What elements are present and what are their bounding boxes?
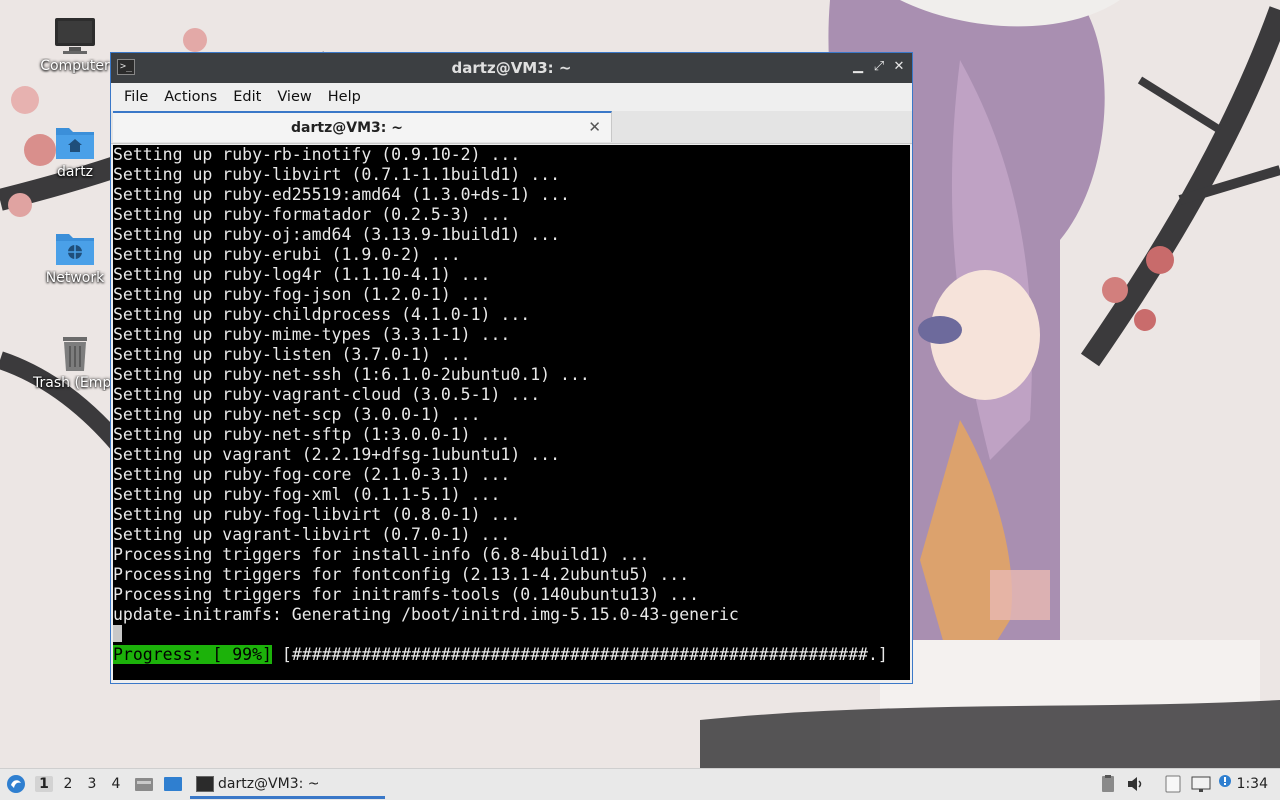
notes-icon[interactable] bbox=[1164, 775, 1182, 793]
window-titlebar[interactable]: >_ dartz@VM3: ~ ▁ ⤢ ✕ bbox=[111, 53, 912, 83]
workspace-2[interactable]: 2 bbox=[59, 776, 77, 792]
taskbar-item-terminal[interactable]: dartz@VM3: ~ bbox=[190, 769, 385, 799]
clock[interactable]: 1:34 bbox=[1237, 776, 1268, 792]
taskbar: 1 2 3 4 dartz@VM3: ~ 1:34 bbox=[0, 768, 1280, 800]
terminal-line: Setting up ruby-ed25519:amd64 (1.3.0+ds-… bbox=[113, 185, 570, 204]
trash-icon bbox=[53, 333, 97, 373]
close-button[interactable]: ✕ bbox=[890, 58, 908, 76]
desktop-icon-trash[interactable]: Trash (Empty) bbox=[33, 333, 117, 391]
terminal-window: >_ dartz@VM3: ~ ▁ ⤢ ✕ File Actions Edit … bbox=[110, 52, 913, 684]
update-notification-icon[interactable] bbox=[1217, 774, 1233, 792]
window-title: dartz@VM3: ~ bbox=[451, 59, 572, 77]
terminal-line: Setting up ruby-fog-libvirt (0.8.0-1) ..… bbox=[113, 505, 521, 524]
workspace-3[interactable]: 3 bbox=[83, 776, 101, 792]
workspace-4[interactable]: 4 bbox=[107, 776, 125, 792]
terminal-line: Setting up ruby-fog-json (1.2.0-1) ... bbox=[113, 285, 491, 304]
clipboard-icon[interactable] bbox=[1100, 775, 1116, 793]
volume-icon[interactable] bbox=[1127, 776, 1145, 792]
terminal-line: Setting up ruby-rb-inotify (0.9.10-2) ..… bbox=[113, 145, 521, 164]
terminal-line: Processing triggers for initramfs-tools … bbox=[113, 585, 700, 604]
terminal-line: Setting up ruby-formatador (0.2.5-3) ... bbox=[113, 205, 511, 224]
terminal-line: Setting up ruby-log4r (1.1.10-4.1) ... bbox=[113, 265, 491, 284]
menu-actions[interactable]: Actions bbox=[156, 89, 225, 105]
desktop-icon-label: Network bbox=[45, 270, 105, 286]
menu-bar: File Actions Edit View Help bbox=[111, 83, 912, 111]
tab-terminal[interactable]: dartz@VM3: ~ ✕ bbox=[113, 111, 612, 142]
home-folder-icon bbox=[53, 122, 97, 162]
desktop-icon-label: dartz bbox=[56, 164, 94, 180]
taskbar-item-label: dartz@VM3: ~ bbox=[218, 776, 320, 792]
terminal-line: Setting up ruby-libvirt (0.7.1-1.1build1… bbox=[113, 165, 561, 184]
workspace-1[interactable]: 1 bbox=[35, 776, 53, 792]
terminal-line: Processing triggers for install-info (6.… bbox=[113, 545, 650, 564]
tab-label: dartz@VM3: ~ bbox=[291, 120, 403, 136]
terminal-line: Setting up ruby-mime-types (3.3.1-1) ... bbox=[113, 325, 511, 344]
terminal-line: Setting up vagrant-libvirt (0.7.0-1) ... bbox=[113, 525, 511, 544]
terminal-line: Setting up ruby-fog-core (2.1.0-3.1) ... bbox=[113, 465, 511, 484]
file-manager-launcher-icon[interactable] bbox=[134, 776, 154, 792]
terminal-line: Setting up ruby-erubi (1.9.0-2) ... bbox=[113, 245, 461, 264]
terminal-cursor bbox=[113, 625, 122, 642]
terminal-app-icon bbox=[196, 776, 214, 792]
tab-bar: dartz@VM3: ~ ✕ bbox=[111, 111, 912, 144]
maximize-button[interactable]: ⤢ bbox=[870, 58, 888, 76]
terminal-line: Setting up ruby-listen (3.7.0-1) ... bbox=[113, 345, 471, 364]
progress-label: Progress: [ 99%] bbox=[113, 645, 272, 664]
desktop-icon-label: Computer bbox=[40, 58, 110, 74]
menu-help[interactable]: Help bbox=[320, 89, 369, 105]
terminal-output[interactable]: Setting up ruby-rb-inotify (0.9.10-2) ..… bbox=[113, 145, 910, 680]
progress-bar: [#######################################… bbox=[271, 645, 888, 664]
network-folder-icon bbox=[53, 228, 97, 268]
desktop-icon-network[interactable]: Network bbox=[33, 228, 117, 286]
terminal-line: Setting up ruby-net-scp (3.0.0-1) ... bbox=[113, 405, 481, 424]
terminal-line: Setting up vagrant (2.2.19+dfsg-1ubuntu1… bbox=[113, 445, 561, 464]
desktop-icon-label: Trash (Empty) bbox=[33, 375, 117, 391]
progress-line: Progress: [ 99%] [######################… bbox=[113, 645, 910, 665]
terminal-cursor-line bbox=[113, 625, 910, 645]
menu-edit[interactable]: Edit bbox=[225, 89, 269, 105]
minimize-button[interactable]: ▁ bbox=[849, 58, 867, 76]
desktop-icon-home[interactable]: dartz bbox=[33, 122, 117, 180]
terminal-line: Setting up ruby-oj:amd64 (3.13.9-1build1… bbox=[113, 225, 561, 244]
terminal-line: Setting up ruby-net-ssh (1:6.1.0-2ubuntu… bbox=[113, 365, 590, 384]
menu-view[interactable]: View bbox=[269, 89, 319, 105]
terminal-line: Setting up ruby-fog-xml (0.1.1-5.1) ... bbox=[113, 485, 501, 504]
start-menu-icon[interactable] bbox=[6, 773, 26, 795]
terminal-line: Setting up ruby-childprocess (4.1.0-1) .… bbox=[113, 305, 531, 324]
desktop-icon-computer[interactable]: Computer bbox=[33, 16, 117, 74]
show-desktop-icon[interactable] bbox=[163, 776, 183, 792]
menu-file[interactable]: File bbox=[116, 89, 156, 105]
network-status-icon[interactable] bbox=[1191, 775, 1211, 793]
terminal-line: Setting up ruby-vagrant-cloud (3.0.5-1) … bbox=[113, 385, 541, 404]
computer-icon bbox=[53, 16, 97, 56]
terminal-line: Setting up ruby-net-sftp (1:3.0.0-1) ... bbox=[113, 425, 511, 444]
terminal-line: update-initramfs: Generating /boot/initr… bbox=[113, 605, 739, 624]
tab-close-icon[interactable]: ✕ bbox=[588, 118, 601, 136]
terminal-line: Processing triggers for fontconfig (2.13… bbox=[113, 565, 690, 584]
